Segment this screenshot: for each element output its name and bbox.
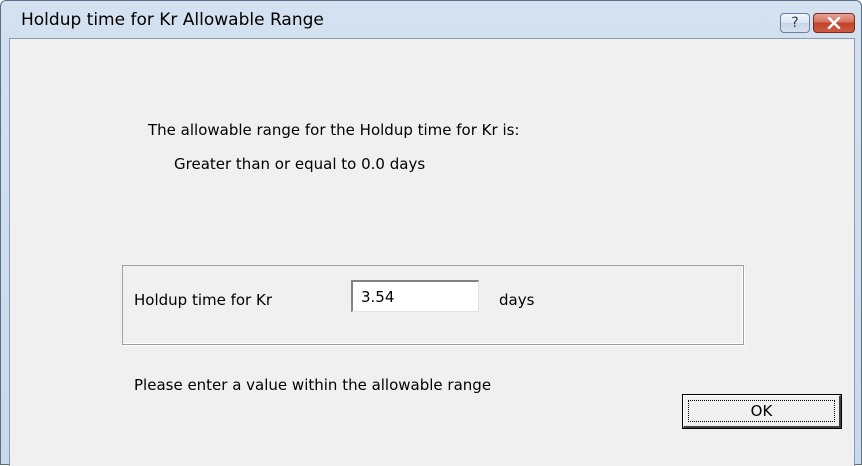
dialog-window: Holdup time for Kr Allowable Range ? The…: [0, 0, 862, 466]
focus-rectangle: [688, 400, 835, 422]
help-button[interactable]: ?: [780, 13, 810, 33]
holdup-time-unit: days: [499, 291, 535, 309]
window-title: Holdup time for Kr Allowable Range: [21, 10, 324, 30]
help-icon: ?: [791, 15, 799, 31]
holdup-time-input[interactable]: [351, 280, 479, 312]
allowable-range-condition: Greater than or equal to 0.0 days: [174, 155, 426, 173]
holdup-time-label: Holdup time for Kr: [134, 291, 272, 309]
allowable-range-heading: The allowable range for the Holdup time …: [148, 121, 520, 139]
title-bar[interactable]: Holdup time for Kr Allowable Range ?: [1, 1, 861, 38]
ok-button[interactable]: OK: [682, 394, 842, 429]
dialog-client-area: The allowable range for the Holdup time …: [9, 38, 855, 466]
close-icon: [827, 17, 841, 29]
range-instruction-message: Please enter a value within the allowabl…: [134, 376, 492, 394]
close-button[interactable]: [813, 13, 855, 33]
